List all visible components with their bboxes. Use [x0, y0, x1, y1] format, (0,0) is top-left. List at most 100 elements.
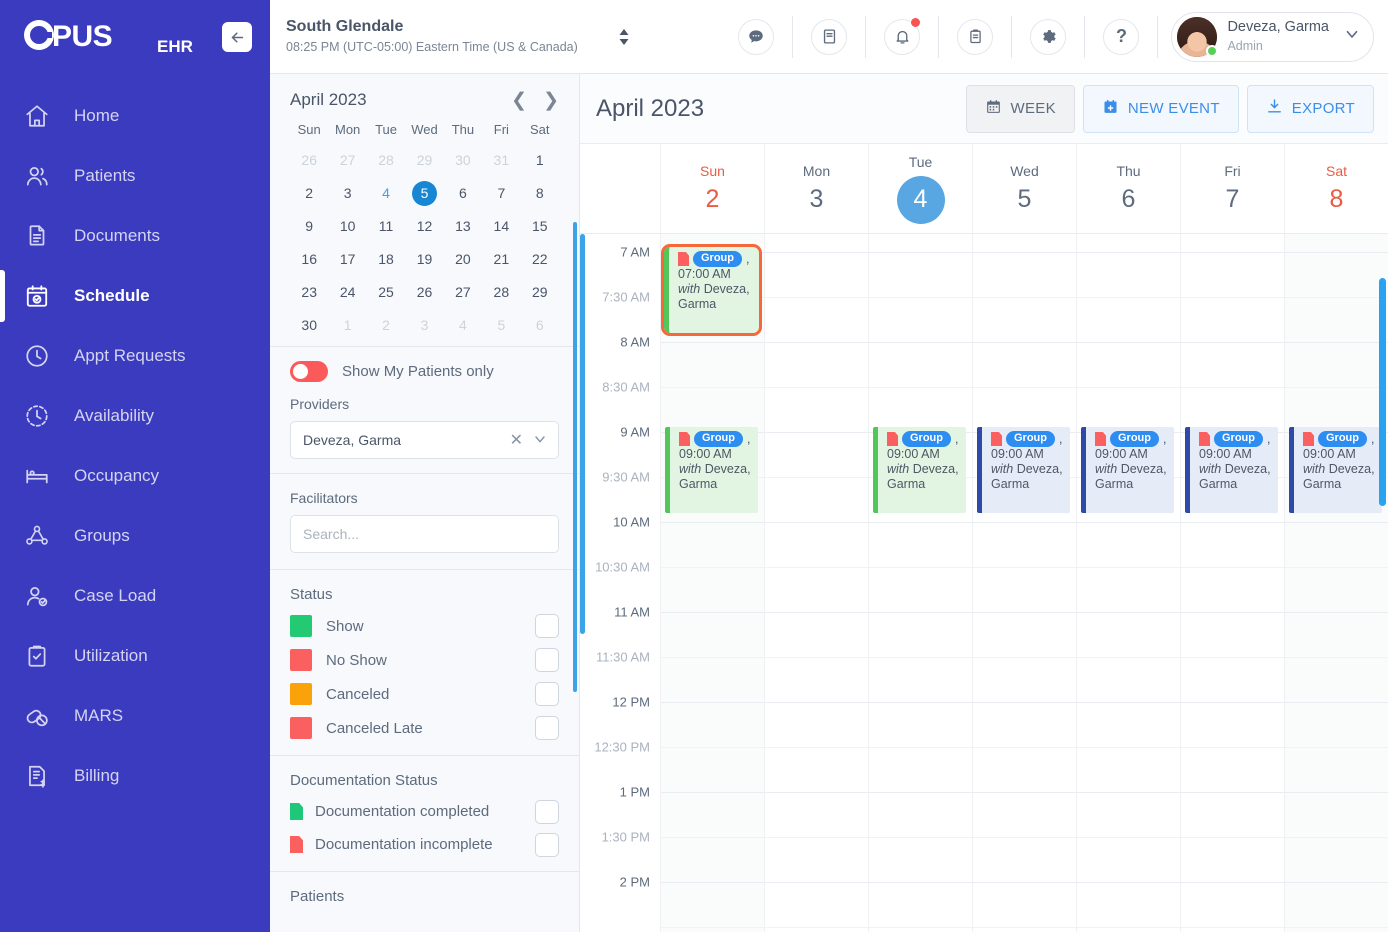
mini-calendar-day[interactable]: 2: [290, 181, 328, 206]
mini-calendar-day[interactable]: 16: [290, 247, 328, 272]
mini-calendar-day[interactable]: 28: [367, 148, 405, 173]
status-checkbox[interactable]: [535, 614, 559, 638]
mini-calendar-day[interactable]: 22: [521, 247, 559, 272]
mini-calendar-day[interactable]: 28: [482, 280, 520, 305]
calendar-event[interactable]: Group, 09:00 AM with Deveza, Garma: [1185, 427, 1278, 513]
calendar-day-header[interactable]: Thu 6: [1076, 144, 1180, 233]
clear-x-icon[interactable]: ✕: [510, 430, 523, 450]
mini-calendar-day[interactable]: 23: [290, 280, 328, 305]
mini-calendar-day[interactable]: 3: [328, 181, 366, 206]
mini-calendar-day[interactable]: 20: [444, 247, 482, 272]
clipboard-icon[interactable]: [957, 18, 994, 55]
mini-calendar-day[interactable]: 26: [405, 280, 443, 305]
mini-calendar-day[interactable]: 27: [444, 280, 482, 305]
sort-updown-icon[interactable]: [618, 27, 630, 47]
mini-calendar-day[interactable]: 10: [328, 214, 366, 239]
documentation-legend-row[interactable]: Documentation incomplete: [290, 828, 559, 861]
sidebar-item-patients[interactable]: Patients: [0, 146, 270, 206]
calendar-scrollbar-left[interactable]: [580, 234, 585, 634]
show-my-patients-toggle[interactable]: [290, 361, 328, 382]
filter-panel-scrollbar[interactable]: [573, 222, 577, 692]
book-icon[interactable]: [811, 18, 848, 55]
mini-calendar-day[interactable]: 17: [328, 247, 366, 272]
gear-icon[interactable]: [1030, 18, 1067, 55]
mini-calendar-day[interactable]: 19: [405, 247, 443, 272]
chat-icon[interactable]: [738, 18, 775, 55]
calendar-day-column[interactable]: Group, 09:00 AM with Deveza, Garma: [868, 234, 972, 932]
mini-calendar-day[interactable]: 4: [367, 181, 405, 206]
calendar-day-column[interactable]: Group, 09:00 AM with Deveza, Garma: [972, 234, 1076, 932]
calendar-day-header[interactable]: Wed 5: [972, 144, 1076, 233]
mini-calendar-day[interactable]: 2: [367, 313, 405, 338]
mini-calendar-day[interactable]: 30: [444, 148, 482, 173]
export-button[interactable]: EXPORT: [1246, 84, 1374, 133]
mini-calendar-day[interactable]: 15: [521, 214, 559, 239]
chevron-down-icon[interactable]: [532, 431, 548, 450]
calendar-event[interactable]: Group, 09:00 AM with Deveza, Garma: [665, 427, 758, 513]
sidebar-item-home[interactable]: Home: [0, 86, 270, 146]
mini-calendar-day[interactable]: 7: [482, 181, 520, 206]
mini-calendar-day[interactable]: 31: [482, 148, 520, 173]
chevron-down-icon[interactable]: [1343, 25, 1361, 48]
calendar-scrollbar-right[interactable]: [1379, 278, 1386, 506]
calendar-event[interactable]: Group, 07:00 AM with Deveza, Garma: [661, 244, 762, 336]
providers-select[interactable]: Deveza, Garma ✕: [290, 421, 559, 459]
chevron-left-icon[interactable]: ❮: [511, 91, 527, 110]
status-legend-row[interactable]: Canceled: [290, 677, 559, 711]
user-menu[interactable]: Deveza, Garma Admin: [1171, 11, 1374, 62]
calendar-day-column[interactable]: [764, 234, 868, 932]
sidebar-item-schedule[interactable]: Schedule: [0, 266, 270, 326]
mini-calendar-day[interactable]: 5: [482, 313, 520, 338]
status-checkbox[interactable]: [535, 648, 559, 672]
mini-calendar-day[interactable]: 9: [290, 214, 328, 239]
mini-calendar-day[interactable]: 4: [444, 313, 482, 338]
sidebar-item-billing[interactable]: Billing: [0, 746, 270, 806]
facilitators-search-input[interactable]: Search...: [290, 515, 559, 553]
sidebar-collapse-button[interactable]: [222, 22, 252, 52]
mini-calendar-day[interactable]: 27: [328, 148, 366, 173]
chevron-right-icon[interactable]: ❯: [543, 91, 559, 110]
mini-calendar-day[interactable]: 29: [521, 280, 559, 305]
calendar-day-header[interactable]: Sat 8: [1284, 144, 1388, 233]
mini-calendar-day[interactable]: 14: [482, 214, 520, 239]
sidebar-item-mars[interactable]: MARS: [0, 686, 270, 746]
status-legend-row[interactable]: No Show: [290, 643, 559, 677]
calendar-day-column[interactable]: Group, 09:00 AM with Deveza, Garma: [1076, 234, 1180, 932]
calendar-event[interactable]: Group, 09:00 AM with Deveza, Garma: [977, 427, 1070, 513]
calendar-day-column[interactable]: Group, 07:00 AM with Deveza, Garma Group, 09…: [660, 234, 764, 932]
mini-calendar-day[interactable]: 30: [290, 313, 328, 338]
status-legend-row[interactable]: Show: [290, 609, 559, 643]
mini-calendar-day[interactable]: 13: [444, 214, 482, 239]
bell-icon[interactable]: [884, 16, 922, 55]
mini-calendar-day[interactable]: 1: [328, 313, 366, 338]
sidebar-item-documents[interactable]: Documents: [0, 206, 270, 266]
mini-calendar-day[interactable]: 3: [405, 313, 443, 338]
help-icon[interactable]: ?: [1103, 18, 1140, 55]
sidebar-item-case-load[interactable]: Case Load: [0, 566, 270, 626]
week-view-button[interactable]: WEEK: [965, 84, 1075, 133]
sidebar-item-availability[interactable]: Availability: [0, 386, 270, 446]
mini-calendar-day[interactable]: 26: [290, 148, 328, 173]
mini-calendar-day[interactable]: 11: [367, 214, 405, 239]
calendar-event[interactable]: Group, 09:00 AM with Deveza, Garma: [1289, 427, 1382, 513]
documentation-checkbox[interactable]: [535, 832, 559, 857]
mini-calendar-day[interactable]: 8: [521, 181, 559, 206]
calendar-day-header[interactable]: Fri 7: [1180, 144, 1284, 233]
mini-calendar-day[interactable]: 25: [367, 280, 405, 305]
sidebar-item-occupancy[interactable]: Occupancy: [0, 446, 270, 506]
mini-calendar-day[interactable]: 18: [367, 247, 405, 272]
mini-calendar-day[interactable]: 21: [482, 247, 520, 272]
calendar-day-header[interactable]: Mon 3: [764, 144, 868, 233]
mini-calendar-day[interactable]: 6: [521, 313, 559, 338]
new-event-button[interactable]: NEW EVENT: [1082, 84, 1239, 133]
status-legend-row[interactable]: Canceled Late: [290, 711, 559, 745]
mini-calendar-day[interactable]: 1: [521, 148, 559, 173]
documentation-legend-row[interactable]: Documentation completed: [290, 795, 559, 828]
calendar-day-column[interactable]: Group, 09:00 AM with Deveza, Garma: [1180, 234, 1284, 932]
sidebar-item-groups[interactable]: Groups: [0, 506, 270, 566]
calendar-event[interactable]: Group, 09:00 AM with Deveza, Garma: [1081, 427, 1174, 513]
sidebar-item-utilization[interactable]: Utilization: [0, 626, 270, 686]
status-checkbox[interactable]: [535, 682, 559, 706]
calendar-day-column[interactable]: Group, 09:00 AM with Deveza, Garma: [1284, 234, 1388, 932]
mini-calendar-day[interactable]: 12: [405, 214, 443, 239]
